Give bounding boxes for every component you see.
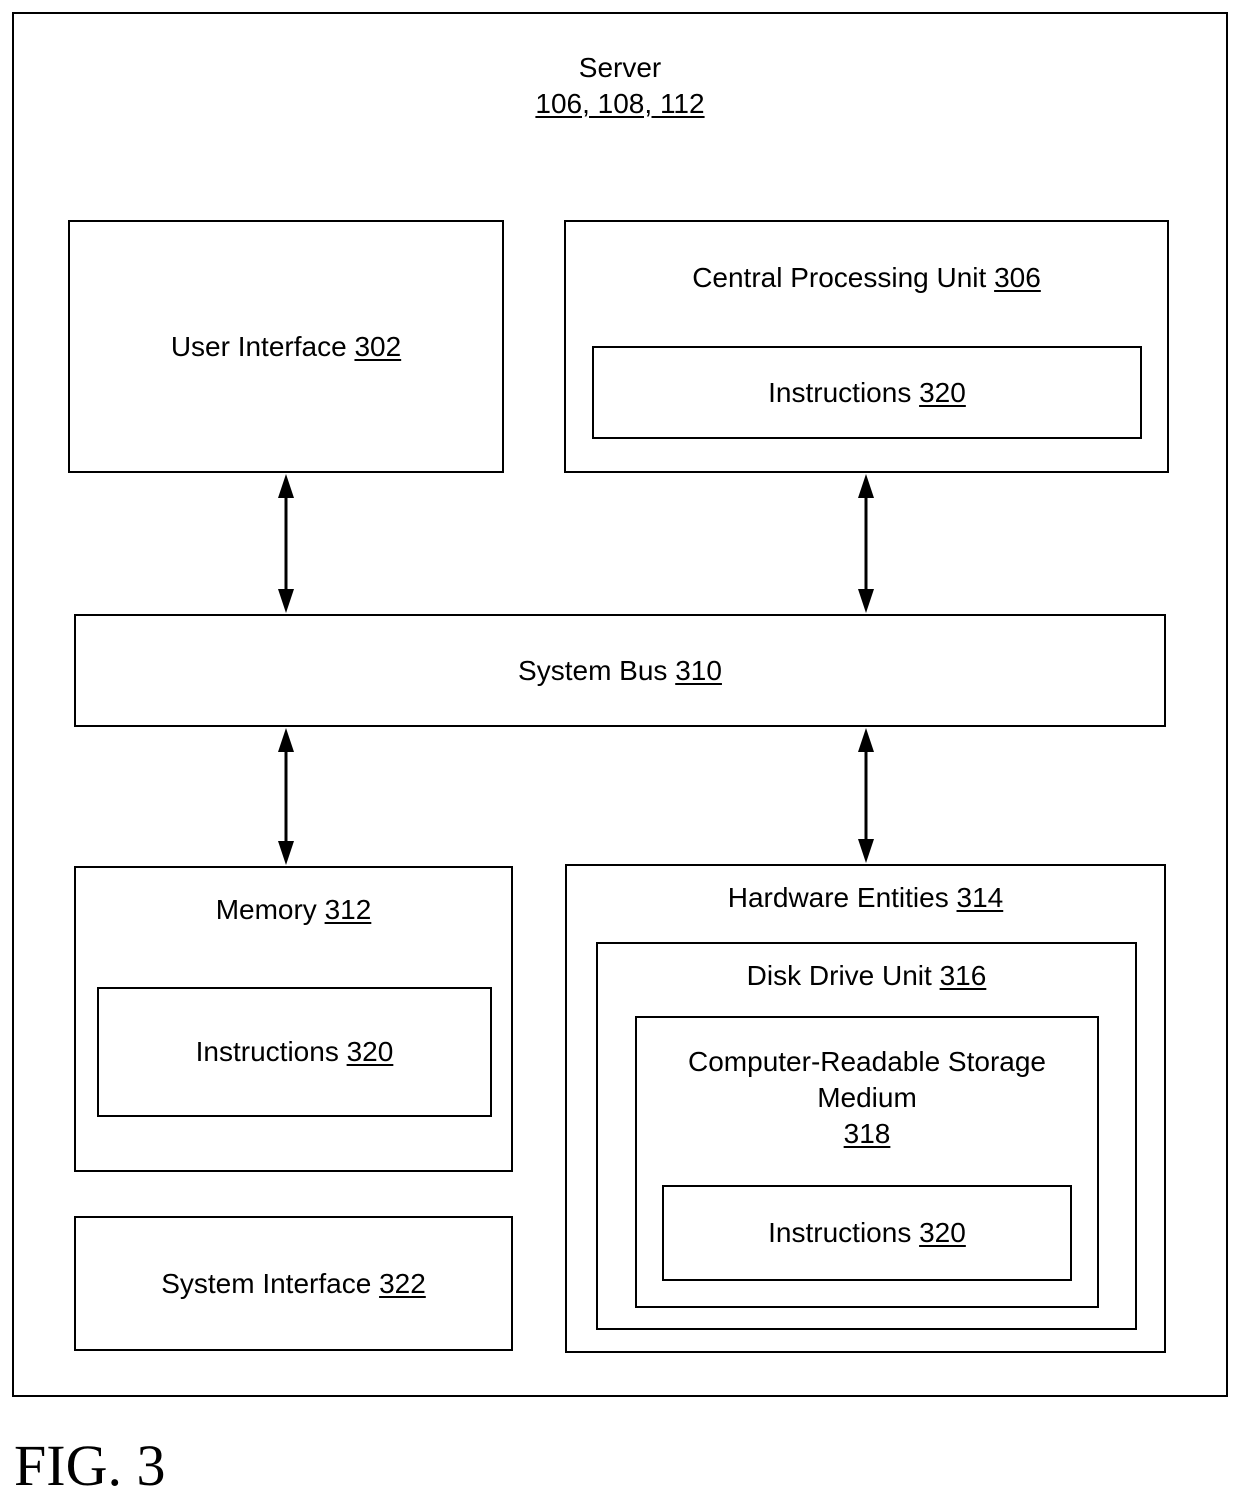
figure-label: FIG. 3 [14,1433,166,1498]
arrow-ui-bus [278,474,294,613]
arrow-bus-memory [278,728,294,865]
arrow-bus-hardware [858,728,874,863]
connector-arrows [278,474,874,865]
arrow-cpu-bus [858,474,874,613]
